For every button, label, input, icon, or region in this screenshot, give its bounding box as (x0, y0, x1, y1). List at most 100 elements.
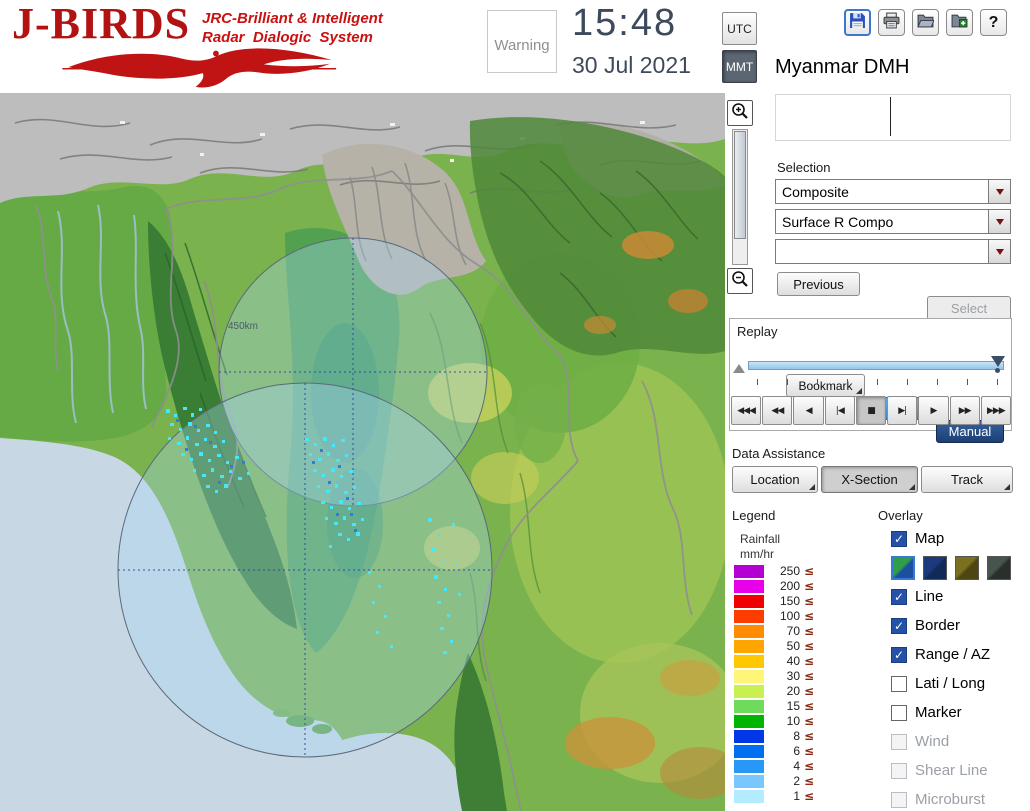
overlay-item-marker[interactable]: Marker (891, 704, 1030, 721)
dropdown-button[interactable] (988, 180, 1010, 203)
wind-checkbox[interactable] (891, 733, 907, 750)
help-icon: ? (988, 13, 999, 31)
map-style-dark-gray[interactable] (987, 556, 1011, 580)
open-folder-button[interactable] (912, 9, 939, 36)
timeline-tick (757, 379, 758, 385)
timeline-tick (967, 379, 968, 385)
play-button[interactable]: ▶ (918, 396, 949, 425)
legend-color-swatch (734, 774, 764, 788)
composite-dropdown[interactable]: Composite (775, 179, 1011, 204)
location-button[interactable]: Location (732, 466, 818, 493)
x-section-button[interactable]: X-Section (821, 466, 918, 493)
map-style-dark-blue[interactable] (923, 556, 947, 580)
print-icon (883, 12, 900, 34)
legend-value: 6 (793, 744, 800, 758)
prev-frame-button[interactable]: |◀ (824, 396, 855, 425)
radar-map-canvas[interactable]: 450km (0, 93, 740, 811)
less-equal-symbol: ≤ (804, 669, 815, 683)
dropdown-button[interactable] (988, 240, 1010, 263)
microburst-checkbox[interactable] (891, 791, 907, 808)
less-equal-symbol: ≤ (804, 654, 815, 668)
line-checkbox[interactable]: ✓ (891, 588, 907, 605)
shear-line-checkbox[interactable] (891, 762, 907, 779)
legend-value: 10 (786, 714, 800, 728)
overlay-section-label: Overlay (878, 508, 923, 523)
map-style-swatches (891, 556, 1030, 582)
chevron-down-icon (995, 249, 1004, 259)
jump-last-button[interactable]: ▶▶▶ (980, 396, 1011, 425)
chevron-down-icon (995, 189, 1004, 199)
overlay-item-wind[interactable]: Wind (891, 733, 1030, 750)
fast-forward-button[interactable]: ▶▶ (949, 396, 980, 425)
legend-color-swatch (734, 789, 764, 803)
overlay-label-marker: Marker (915, 704, 962, 721)
zoom-scrollbar-track[interactable] (732, 129, 748, 265)
legend-value: 30 (786, 669, 800, 683)
stop-button[interactable]: ■ (855, 396, 887, 425)
range-az-checkbox[interactable]: ✓ (891, 646, 907, 663)
map-style-olive[interactable] (955, 556, 979, 580)
border-checkbox[interactable]: ✓ (891, 617, 907, 634)
overlay-item-lati-long[interactable]: Lati / Long (891, 675, 1030, 692)
zoom-out-button[interactable] (727, 268, 753, 294)
overlay-item-line[interactable]: ✓ Line (891, 588, 1030, 605)
legend-color-swatch (734, 654, 764, 668)
legend-value: 200 (779, 579, 800, 593)
less-equal-symbol: ≤ (804, 594, 815, 608)
next-frame-button[interactable]: ▶| (887, 396, 918, 425)
mmt-toggle-button[interactable]: MMT (722, 50, 757, 83)
map-checkbox[interactable]: ✓ (891, 530, 907, 547)
step-back-button[interactable]: ◀ (793, 396, 824, 425)
folder-icon (917, 12, 935, 34)
save-button[interactable] (844, 9, 871, 36)
jump-first-button[interactable]: ◀◀◀ (731, 396, 762, 425)
legend-value: 70 (786, 624, 800, 638)
replay-timeline-slider[interactable] (748, 361, 1004, 370)
select-button[interactable]: Select (927, 296, 1011, 320)
station-info-box[interactable] (775, 94, 1011, 141)
parameter-dropdown[interactable] (775, 239, 1011, 264)
zoom-in-button[interactable] (727, 100, 753, 126)
data-assistance-buttons: Location X-Section Track (732, 466, 1013, 493)
overlay-item-shear-line[interactable]: Shear Line (891, 762, 1030, 779)
dropdown-button[interactable] (988, 210, 1010, 233)
timeline-handle[interactable] (991, 356, 1005, 367)
zoom-scrollbar-thumb[interactable] (734, 131, 746, 239)
track-button[interactable]: Track (921, 466, 1013, 493)
overlay-item-map[interactable]: ✓ Map (891, 530, 1030, 547)
legend-row: 150 ≤ (734, 594, 814, 608)
less-equal-symbol: ≤ (804, 729, 815, 743)
save-icon (849, 12, 866, 34)
legend-value: 1 (793, 789, 800, 803)
overlay-item-range-az[interactable]: ✓ Range / AZ (891, 646, 1030, 663)
data-assistance-label: Data Assistance (732, 446, 826, 461)
help-button[interactable]: ? (980, 9, 1007, 36)
logo-subtitle-line1: JRC-Brilliant & Intelligent (202, 10, 383, 27)
fast-rewind-button[interactable]: ◀◀ (762, 396, 793, 425)
import-folder-button[interactable] (946, 9, 973, 36)
marker-checkbox[interactable] (891, 704, 907, 721)
overlay-item-border[interactable]: ✓ Border (891, 617, 1030, 634)
overlay-item-microburst[interactable]: Microburst (891, 791, 1030, 808)
app-logo-title: J-BIRDS (12, 0, 191, 48)
legend-quantity-label: Rainfall (740, 532, 781, 546)
legend-row: 2 ≤ (734, 774, 814, 788)
overlay-label-lati-long: Lati / Long (915, 675, 986, 692)
less-equal-symbol: ≤ (804, 714, 815, 728)
playback-controls: ◀◀◀ ◀◀ ◀ |◀ ■ ▶| ▶ ▶▶ ▶▶▶ (731, 396, 1011, 425)
legend-color-swatch (734, 639, 764, 653)
legend-color-swatch (734, 609, 764, 623)
legend-row: 200 ≤ (734, 579, 814, 593)
previous-button[interactable]: Previous (777, 272, 860, 296)
clock-time: 15:48 (572, 2, 678, 44)
less-equal-symbol: ≤ (804, 684, 815, 698)
lati-long-checkbox[interactable] (891, 675, 907, 692)
legend-color-swatch (734, 624, 764, 638)
product-dropdown[interactable]: Surface R Compo (775, 209, 1011, 234)
utc-toggle-button[interactable]: UTC (722, 12, 757, 45)
print-button[interactable] (878, 9, 905, 36)
overlay-label-wind: Wind (915, 733, 950, 750)
legend-color-swatch (734, 669, 764, 683)
map-style-terrain[interactable] (891, 556, 915, 580)
overlay-label-shear-line: Shear Line (915, 762, 988, 779)
